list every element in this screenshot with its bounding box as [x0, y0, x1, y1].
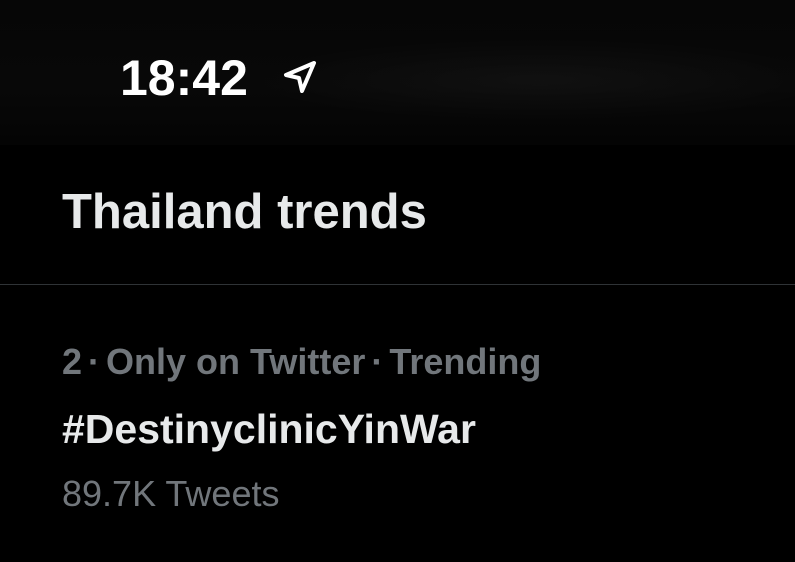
location-arrow-icon — [280, 57, 320, 97]
trend-name[interactable]: #DestinyclinicYinWar — [62, 405, 476, 453]
status-bar-time: 18:42 — [120, 50, 248, 106]
trend-meta-separator: · — [88, 341, 101, 382]
trend-tweet-count: 89.7K Tweets — [62, 473, 280, 514]
trend-meta: 2 · Only on Twitter · Trending — [62, 341, 541, 383]
trend-category: Trending — [389, 341, 542, 382]
trend-item[interactable]: 2 · Only on Twitter · Trending #Destinyclini… — [0, 285, 795, 562]
trend-meta-separator: · — [371, 341, 384, 382]
trend-context: Only on Twitter — [106, 341, 366, 382]
section-title: Thailand trends — [62, 185, 427, 239]
status-bar: 18:42 — [0, 0, 795, 145]
trend-rank: 2 — [62, 341, 83, 382]
